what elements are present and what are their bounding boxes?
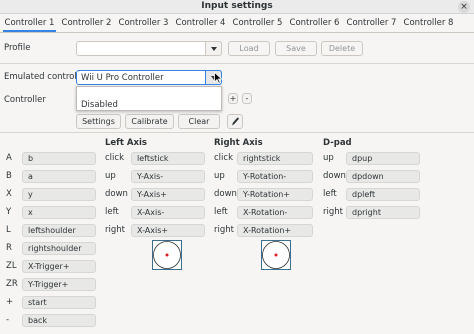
tab-controller-6[interactable]: Controller 6 (288, 14, 341, 32)
left-axis-key-label: up (105, 171, 116, 181)
calibrate-button[interactable]: Calibrate (125, 114, 174, 129)
right-axis-binding-field[interactable]: Y-Rotation- (237, 170, 313, 183)
tab-controller-8[interactable]: Controller 8 (402, 14, 455, 32)
left-axis-binding-field[interactable]: Y-Axis+ (131, 188, 205, 201)
right-axis-binding-field[interactable]: rightstick (237, 152, 313, 165)
dpad-binding-field[interactable]: dpup (346, 152, 420, 165)
chevron-down-icon[interactable] (205, 41, 222, 56)
button-binding-field[interactable]: Y-Trigger+ (22, 278, 96, 291)
button-key-label: X (6, 189, 12, 199)
button-key-label: L (6, 225, 11, 235)
close-icon[interactable]: × (458, 1, 470, 13)
right-axis-binding-field[interactable]: Y-Rotation+ (237, 188, 313, 201)
add-controller-button[interactable]: + (228, 93, 238, 104)
left-axis-key-label: click (105, 153, 124, 163)
button-key-label: A (6, 153, 12, 163)
button-key-label: ZL (6, 261, 17, 271)
title-bar: Input settings × (0, 0, 474, 14)
left-axis-key-label: right (105, 225, 125, 235)
save-button[interactable]: Save (275, 41, 317, 56)
separator (0, 63, 474, 64)
mouse-cursor-icon (214, 72, 223, 84)
left-axis-binding-field[interactable]: Y-Axis- (131, 170, 205, 183)
left-axis-binding-field[interactable]: X-Axis+ (131, 224, 205, 237)
right-axis-title: Right Axis (214, 138, 263, 148)
right-axis-key-label: down (214, 189, 237, 199)
right-axis-key-label: left (214, 207, 228, 217)
right-axis-binding-field[interactable]: X-Rotation- (237, 206, 313, 219)
dpad-key-label: up (323, 153, 334, 163)
load-button[interactable]: Load (228, 41, 270, 56)
left-axis-key-label: down (105, 189, 128, 199)
right-axis-key-label: right (214, 225, 234, 235)
button-key-label: - (6, 315, 10, 325)
profile-label: Profile (4, 43, 31, 53)
button-binding-field[interactable]: back (22, 314, 96, 327)
separator (0, 132, 474, 133)
profile-combobox[interactable] (76, 41, 222, 56)
button-binding-field[interactable]: rightshoulder (22, 242, 96, 255)
remove-controller-button[interactable]: - (242, 93, 252, 104)
left-axis-binding-field[interactable]: X-Axis- (131, 206, 205, 219)
button-key-label: R (6, 243, 12, 253)
dpad-key-label: down (323, 171, 346, 181)
left-axis-binding-field[interactable]: leftstick (131, 152, 205, 165)
clear-button[interactable]: Clear (178, 114, 220, 129)
left-axis-title: Left Axis (105, 138, 147, 148)
button-key-label: B (6, 171, 12, 181)
button-binding-field[interactable]: x (22, 206, 96, 219)
button-key-label: Y (6, 207, 12, 217)
emulated-controller-combobox[interactable]: Wii U Pro Controller (76, 70, 222, 85)
dpad-binding-field[interactable]: dpright (346, 206, 420, 219)
tab-controller-2[interactable]: Controller 2 (60, 14, 113, 32)
button-binding-field[interactable]: y (22, 188, 96, 201)
tab-controller-1[interactable]: Controller 1 (3, 14, 56, 32)
dpad-binding-field[interactable]: dpleft (346, 188, 420, 201)
dpad-key-label: left (323, 189, 337, 199)
button-key-label: + (6, 297, 14, 307)
controller-label: Controller (4, 95, 46, 105)
button-binding-field[interactable]: start (22, 296, 96, 309)
tab-controller-4[interactable]: Controller 4 (174, 14, 227, 32)
button-binding-field[interactable]: a (22, 170, 96, 183)
tab-controller-3[interactable]: Controller 3 (117, 14, 170, 32)
button-binding-field[interactable]: X-Trigger+ (22, 260, 96, 273)
dpad-title: D-pad (323, 138, 352, 148)
settings-button[interactable]: Settings (76, 114, 121, 129)
emulated-controller-value: Wii U Pro Controller (81, 73, 164, 83)
window-title: Input settings (201, 1, 273, 11)
button-binding-field[interactable]: b (22, 152, 96, 165)
pen-icon[interactable] (227, 114, 243, 129)
right-axis-key-label: up (214, 171, 225, 181)
tab-controller-7[interactable]: Controller 7 (345, 14, 398, 32)
dropdown-option-disabled[interactable]: Disabled (81, 100, 118, 110)
emulated-controller-dropdown: Disabled (76, 86, 222, 111)
button-key-label: ZR (6, 279, 18, 289)
left-stick-position-icon (152, 240, 182, 270)
dpad-binding-field[interactable]: dpdown (346, 170, 420, 183)
dpad-key-label: right (323, 207, 343, 217)
right-stick-position-icon (261, 240, 291, 270)
tab-controller-5[interactable]: Controller 5 (231, 14, 284, 32)
button-binding-field[interactable]: leftshoulder (22, 224, 96, 237)
delete-button[interactable]: Delete (321, 41, 363, 56)
right-axis-binding-field[interactable]: X-Rotation+ (237, 224, 313, 237)
controller-tabs: Controller 1 Controller 2 Controller 3 C… (0, 14, 474, 33)
left-axis-key-label: left (105, 207, 119, 217)
right-axis-key-label: click (214, 153, 233, 163)
